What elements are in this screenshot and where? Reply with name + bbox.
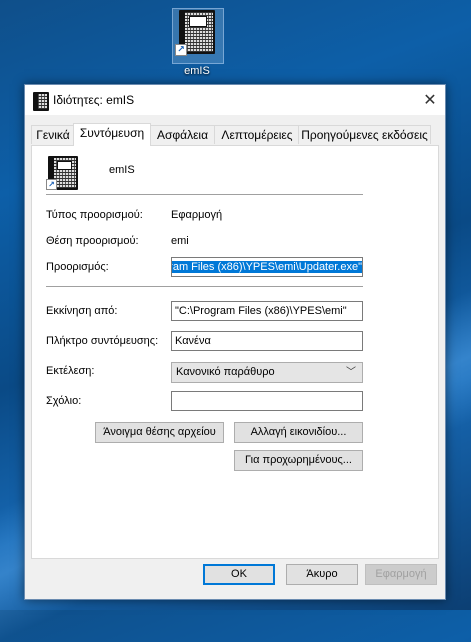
target-input[interactable]: "C:\Program Files (x86)\YPES\emi\Updater… (171, 257, 363, 277)
notebook-icon (33, 92, 49, 111)
target-label: Προορισμός: (46, 261, 109, 273)
window-title: Ιδιότητες: emIS (53, 93, 135, 107)
chevron-down-icon: ﹀ (346, 367, 356, 378)
close-icon[interactable]: ✕ (415, 85, 445, 115)
shortcut-arrow-icon: ↗ (175, 44, 187, 56)
comment-label: Σχόλιο: (46, 395, 82, 407)
properties-dialog: Ιδιότητες: emIS ✕ Γενικά Συντόμευση Ασφά… (24, 84, 446, 600)
run-select[interactable]: Κανονικό παράθυρο ﹀ (171, 362, 363, 383)
shortcut-panel: ↗ emIS Τύπος προορισμού: Εφαρμογή Θέση π… (31, 145, 439, 559)
advanced-button[interactable]: Για προχωρημένους... (234, 450, 363, 471)
tab-previous-versions[interactable]: Προηγούμενες εκδόσεις (298, 125, 431, 144)
separator (46, 194, 363, 195)
cancel-button[interactable]: Άκυρο (286, 564, 358, 585)
desktop-shortcut-emis[interactable]: ↗ emIS (170, 8, 224, 78)
tab-shortcut[interactable]: Συντόμευση (73, 123, 151, 146)
change-icon-button[interactable]: Αλλαγή εικονιδίου... (234, 422, 363, 443)
start-in-label: Εκκίνηση από: (46, 305, 118, 317)
separator (46, 286, 363, 287)
target-location-value: emi (171, 235, 189, 247)
apply-button[interactable]: Εφαρμογή (365, 564, 437, 585)
tab-details[interactable]: Λεπτομέρειες (214, 125, 300, 144)
title-bar[interactable]: Ιδιότητες: emIS ✕ (25, 85, 445, 115)
start-in-input[interactable]: "C:\Program Files (x86)\YPES\emi" (171, 301, 363, 321)
comment-input[interactable] (171, 391, 363, 411)
open-file-location-button[interactable]: Άνοιγμα θέσης αρχείου (95, 422, 224, 443)
desktop-icon-label: emIS (184, 65, 210, 77)
target-type-label: Τύπος προορισμού: (46, 209, 143, 221)
shortcut-key-label: Πλήκτρο συντόμευσης: (46, 335, 159, 347)
run-select-value: Κανονικό παράθυρο (176, 366, 275, 378)
shortcut-key-input[interactable]: Κανένα (171, 331, 363, 351)
target-type-value: Εφαρμογή (171, 209, 223, 221)
target-input-text: "C:\Program Files (x86)\YPES\emi\Updater… (172, 261, 362, 273)
shortcut-arrow-icon: ↗ (46, 179, 57, 190)
run-label: Εκτέλεση: (46, 365, 95, 377)
tab-security[interactable]: Ασφάλεια (149, 125, 216, 144)
shortcut-name: emIS (109, 164, 135, 176)
tab-general[interactable]: Γενικά (31, 125, 75, 144)
ok-button[interactable]: OK (203, 564, 275, 585)
target-location-label: Θέση προορισμού: (46, 235, 139, 247)
